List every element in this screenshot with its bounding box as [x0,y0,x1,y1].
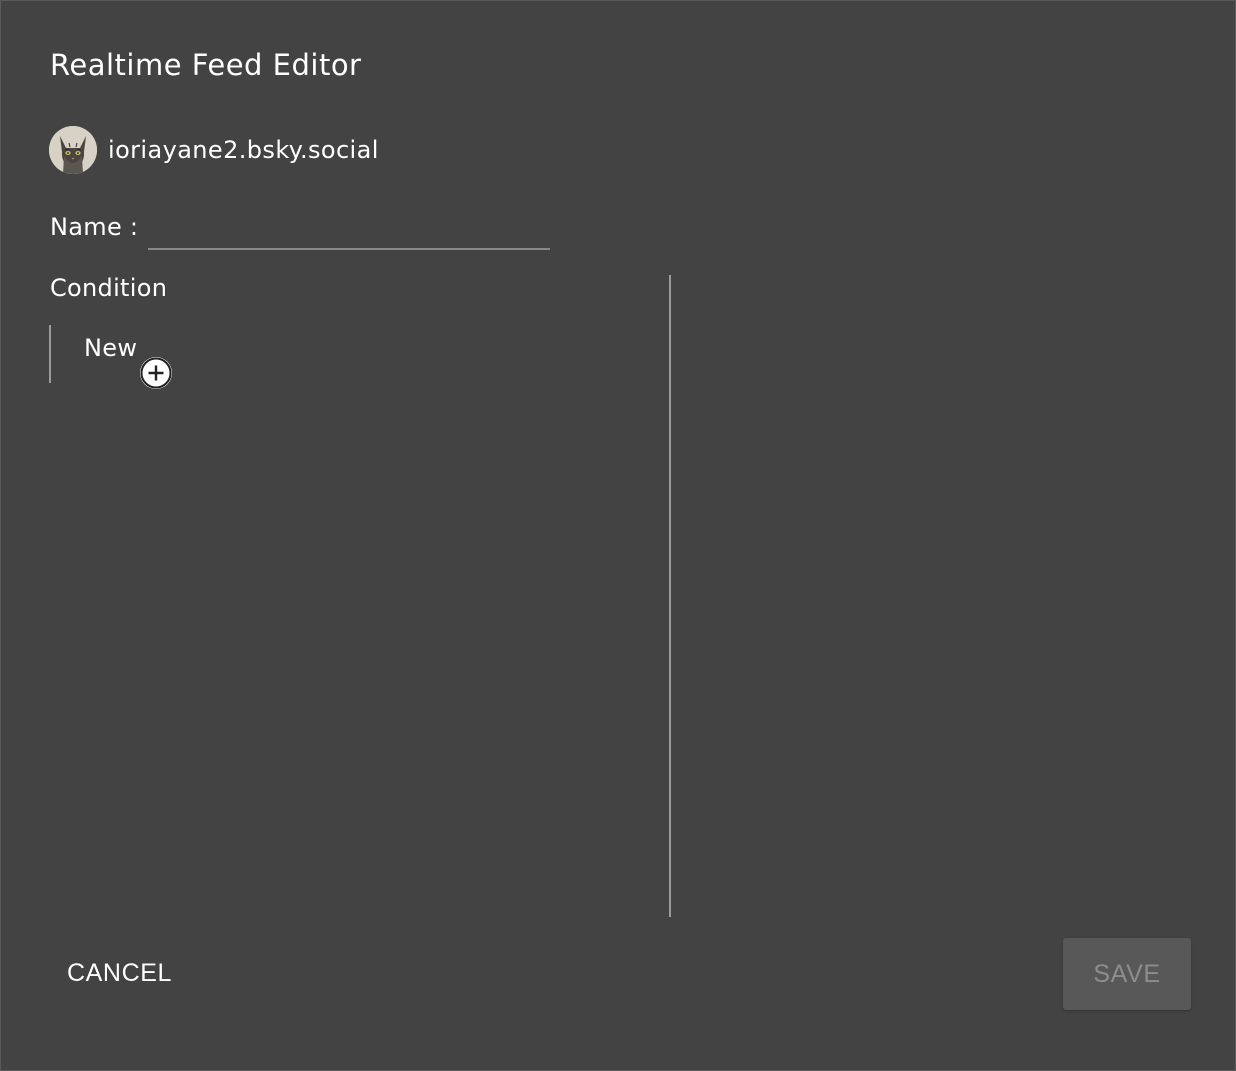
plus-circle-icon [140,357,172,389]
cat-avatar [49,126,97,174]
save-button[interactable]: SAVE [1063,938,1191,1010]
name-label: Name : [50,213,139,241]
pane-divider [669,275,671,917]
cat-avatar-image [49,126,97,174]
condition-tree: New [49,325,251,389]
condition-detail-pane [672,263,1232,923]
account-row: ioriayane2.bsky.social [49,126,379,174]
realtime-feed-editor-dialog: Realtime Feed Editor ioriayane2.bsky.soc… [0,0,1236,1071]
add-condition-button[interactable] [140,357,172,389]
condition-pane: Condition New [1,263,669,923]
account-handle: ioriayane2.bsky.social [108,136,379,164]
name-input[interactable] [148,212,551,250]
dialog-title: Realtime Feed Editor [50,48,362,82]
condition-heading: Condition [50,274,168,302]
cancel-button[interactable]: CANCEL [51,947,191,999]
name-field-row: Name : [50,206,551,250]
condition-item-new-label[interactable]: New [84,333,137,363]
